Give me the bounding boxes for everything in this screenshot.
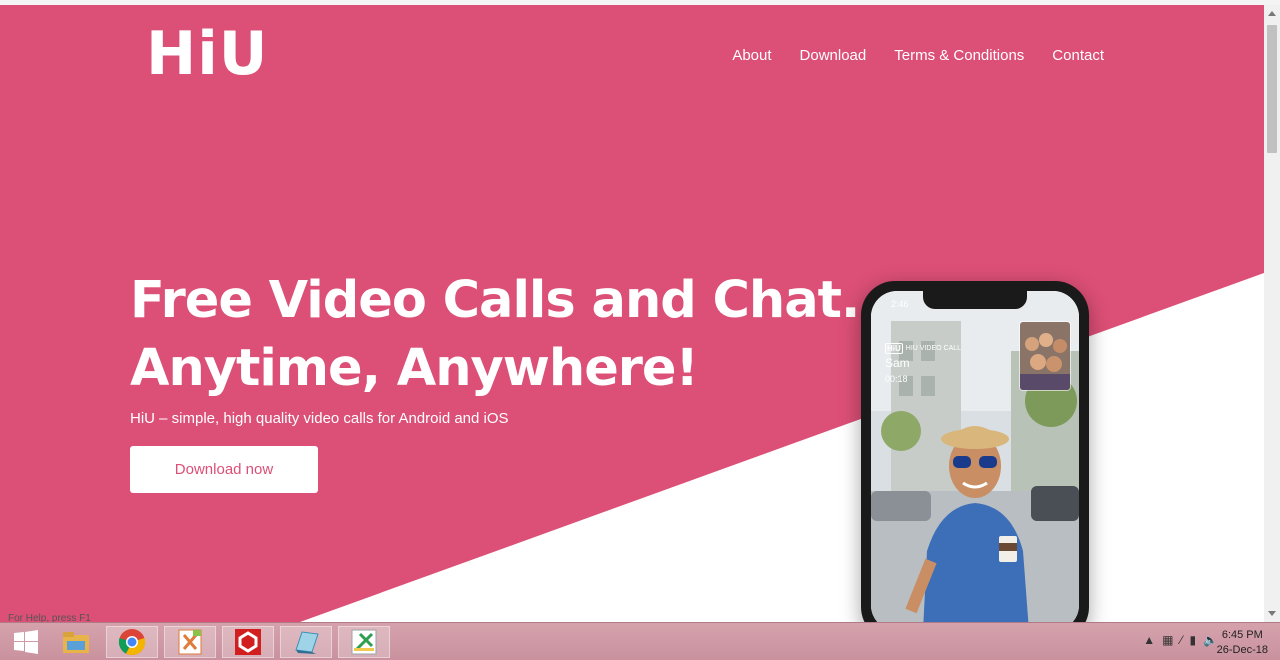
taskbar-xampp[interactable]: [164, 626, 216, 658]
nav-contact[interactable]: Contact: [1052, 47, 1104, 64]
hero-subline: HiU – simple, high quality video calls f…: [130, 410, 509, 427]
start-button[interactable]: [0, 626, 52, 658]
chrome-icon: [118, 629, 146, 656]
battery-icon[interactable]: ▮: [1189, 633, 1196, 647]
scrollbar-thumb[interactable]: [1267, 25, 1277, 153]
headline-line-1: Free Video Calls and Chat.: [130, 271, 860, 330]
taskbar-red-app[interactable]: [222, 626, 274, 658]
system-tray: ▲ ▦ ⁄ ▮ 🔈: [1143, 633, 1218, 647]
taskbar-file-explorer[interactable]: [50, 626, 102, 658]
call-badge: HiU HIU VIDEO CALL: [885, 343, 961, 354]
clock-date: 26-Dec-18: [1216, 644, 1268, 656]
headline-line-2: Anytime, Anywhere!: [130, 339, 699, 398]
file-explorer-icon: [63, 632, 89, 653]
call-badge-text: HIU VIDEO CALL: [905, 345, 962, 352]
site-logo[interactable]: HiU: [146, 19, 269, 89]
call-badge-logo: HiU: [885, 343, 903, 354]
xampp-icon: [178, 629, 202, 655]
nav-about[interactable]: About: [732, 47, 771, 64]
pen-icon[interactable]: ⁄: [1180, 633, 1182, 647]
main-nav: About Download Terms & Conditions Contac…: [732, 47, 1104, 64]
taskbar-clock[interactable]: 6:45 PM 26-Dec-18: [1217, 628, 1268, 658]
clock-time: 6:45 PM: [1221, 629, 1263, 641]
taskbar-chrome[interactable]: [106, 626, 158, 658]
app-green-icon: [351, 629, 377, 655]
nav-terms[interactable]: Terms & Conditions: [894, 47, 1024, 64]
page-scrollbar[interactable]: [1264, 5, 1280, 622]
nav-download[interactable]: Download: [800, 47, 867, 64]
scroll-up-icon[interactable]: [1268, 11, 1276, 16]
phone-status-time: 2:46: [891, 299, 909, 309]
windows-start-icon: [14, 630, 38, 654]
call-duration: 00:18: [885, 374, 908, 384]
scroll-down-icon[interactable]: [1268, 611, 1276, 616]
app-blue-icon: [295, 631, 319, 654]
web-page: HiU About Download Terms & Conditions Co…: [0, 5, 1264, 622]
windows-taskbar: ▲ ▦ ⁄ ▮ 🔈 6:45 PM 26-Dec-18: [0, 622, 1280, 660]
taskbar-blue-app[interactable]: [280, 626, 332, 658]
phone-mockup: 2:46 HiU HIU VIDEO CALL Sam 00:18: [861, 281, 1089, 622]
phone-notch: [923, 291, 1027, 309]
self-view-thumbnail: [1019, 321, 1071, 391]
tray-expand-icon[interactable]: ▲: [1143, 633, 1155, 647]
hero-headline: Free Video Calls and Chat. Anytime, Anyw…: [130, 267, 860, 403]
caller-name: Sam: [885, 356, 910, 370]
download-now-button[interactable]: Download now: [130, 446, 318, 493]
app-red-icon: [235, 629, 261, 655]
network-icon[interactable]: ▦: [1162, 633, 1173, 647]
taskbar-green-app[interactable]: [338, 626, 390, 658]
phone-screen: 2:46 HiU HIU VIDEO CALL Sam 00:18: [871, 291, 1079, 622]
